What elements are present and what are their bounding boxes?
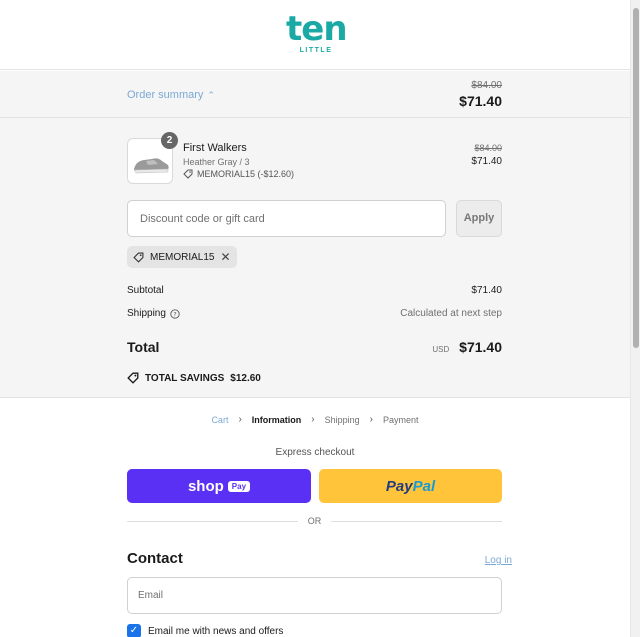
order-summary-toggle[interactable]: Order summary ⌃ bbox=[127, 89, 215, 101]
total-row: Total USD $71.40 bbox=[127, 339, 502, 355]
remove-discount-icon[interactable]: ✕ bbox=[220, 250, 230, 264]
or-label: OR bbox=[307, 516, 322, 526]
chevron-right-icon: › bbox=[369, 414, 374, 425]
product-image: 2 bbox=[127, 132, 178, 184]
breadcrumb: Cart › Information › Shipping › Payment bbox=[0, 414, 630, 425]
quantity-badge: 2 bbox=[161, 132, 178, 149]
newsletter-checkbox[interactable]: ✓ bbox=[127, 624, 141, 637]
breadcrumb-cart[interactable]: Cart bbox=[211, 415, 228, 425]
header: ten LITTLE bbox=[0, 0, 630, 70]
tag-icon bbox=[127, 372, 139, 384]
logo-text: ten bbox=[286, 9, 348, 49]
shop-pay-logo: shop bbox=[187, 477, 224, 495]
contact-title: Contact bbox=[127, 550, 183, 567]
chevron-right-icon: › bbox=[311, 414, 315, 425]
order-summary-bar: Order summary ⌃ $84.00 $71.40 bbox=[0, 71, 630, 118]
or-divider: OR bbox=[127, 516, 502, 526]
product-name: First Walkers bbox=[183, 142, 247, 154]
svg-text:?: ? bbox=[173, 310, 176, 318]
product-price: $71.40 bbox=[471, 156, 502, 167]
login-link[interactable]: Log in bbox=[485, 555, 512, 566]
brand-logo[interactable]: ten LITTLE bbox=[286, 9, 348, 54]
shop-pay-badge: Pay bbox=[227, 480, 251, 492]
shipping-value: Calculated at next step bbox=[400, 308, 502, 319]
subtotal-row: Subtotal $71.40 bbox=[127, 285, 502, 296]
discount-code-input[interactable] bbox=[127, 200, 446, 237]
summary-original-total: $84.00 bbox=[471, 80, 502, 91]
order-summary-panel: 2 First Walkers Heather Gray / 3 MEMORIA… bbox=[0, 118, 630, 398]
paypal-button[interactable]: Pay Pal bbox=[319, 469, 502, 503]
applied-discount-tag: MEMORIAL15 ✕ bbox=[127, 246, 237, 268]
chevron-up-icon: ⌃ bbox=[207, 89, 215, 100]
shop-pay-button[interactable]: shop Pay bbox=[127, 469, 311, 503]
tag-icon bbox=[183, 169, 193, 179]
summary-total: $71.40 bbox=[459, 93, 502, 109]
chevron-right-icon: › bbox=[238, 414, 242, 425]
scrollbar[interactable] bbox=[630, 0, 640, 637]
currency-code: USD bbox=[432, 345, 450, 354]
paypal-logo-b: Pal bbox=[412, 477, 436, 495]
newsletter-row: ✓ Email me with news and offers bbox=[127, 624, 283, 637]
express-checkout-label: Express checkout bbox=[275, 447, 355, 458]
tag-icon bbox=[133, 252, 144, 263]
subtotal-value: $71.40 bbox=[471, 285, 502, 296]
order-summary-label: Order summary bbox=[127, 89, 204, 101]
product-original-price: $84.00 bbox=[474, 143, 502, 153]
shipping-row: Shipping ? Calculated at next step bbox=[127, 308, 502, 319]
product-variant: Heather Gray / 3 bbox=[183, 157, 250, 167]
help-icon[interactable]: ? bbox=[170, 308, 180, 319]
paypal-logo-a: Pay bbox=[385, 477, 413, 495]
savings-label: TOTAL SAVINGS bbox=[145, 372, 225, 384]
applied-discount-code: MEMORIAL15 bbox=[150, 251, 215, 263]
email-field[interactable] bbox=[127, 577, 502, 614]
total-savings: TOTAL SAVINGS $12.60 bbox=[127, 372, 261, 384]
newsletter-label: Email me with news and offers bbox=[148, 625, 284, 637]
savings-value: $12.60 bbox=[230, 372, 261, 384]
total-value: $71.40 bbox=[459, 339, 502, 355]
product-discount-text: MEMORIAL15 (-$12.60) bbox=[197, 169, 295, 179]
shipping-label: Shipping bbox=[127, 308, 166, 319]
breadcrumb-shipping: Shipping bbox=[324, 414, 360, 425]
scrollbar-thumb[interactable] bbox=[633, 8, 639, 348]
product-discount: MEMORIAL15 (-$12.60) bbox=[183, 169, 294, 179]
breadcrumb-payment: Payment bbox=[383, 414, 419, 425]
subtotal-label: Subtotal bbox=[127, 285, 164, 296]
apply-discount-button[interactable]: Apply bbox=[456, 200, 502, 237]
total-label: Total bbox=[127, 339, 160, 355]
breadcrumb-information: Information bbox=[251, 414, 302, 425]
